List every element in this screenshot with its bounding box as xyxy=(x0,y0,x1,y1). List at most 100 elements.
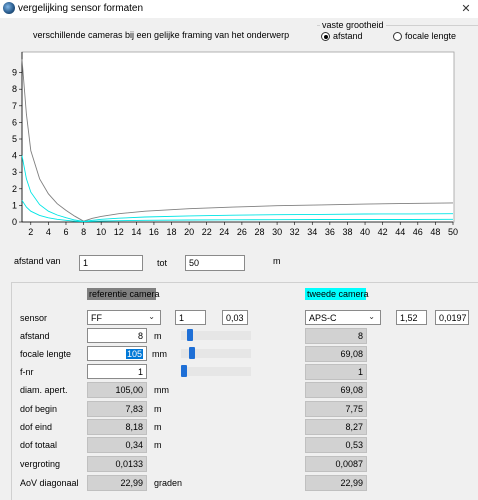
range-to-label: tot xyxy=(157,258,168,268)
y-tick-label: 6 xyxy=(12,117,17,127)
y-tick-label: 2 xyxy=(12,184,17,194)
radio-focale-lengte-label[interactable]: focale lengte xyxy=(405,31,456,41)
reference-dof-end-value: 8,18 xyxy=(87,419,147,435)
radio-focale-lengte[interactable] xyxy=(393,32,402,41)
chevron-down-icon: ⌄ xyxy=(368,312,375,321)
x-tick-label: 18 xyxy=(167,227,177,237)
second-sensor-select[interactable]: APS-C ⌄ xyxy=(305,310,381,325)
focal-slider[interactable] xyxy=(181,347,251,359)
dof-total-label: dof totaal xyxy=(20,440,58,450)
reference-aperture-value: 105,00 xyxy=(87,382,147,398)
reference-focal-value: 105 xyxy=(125,349,143,359)
y-tick-label: 9 xyxy=(12,68,17,78)
distance-slider-thumb[interactable] xyxy=(186,329,193,341)
x-tick-label: 28 xyxy=(254,227,264,237)
x-tick-label: 44 xyxy=(395,227,405,237)
radio-afstand-label[interactable]: afstand xyxy=(333,31,363,41)
x-tick-label: 30 xyxy=(272,227,282,237)
second-dof-total-value: 0,53 xyxy=(305,437,367,453)
second-focal-value: 69,08 xyxy=(305,346,367,362)
range-to-input[interactable]: 50 xyxy=(185,255,245,271)
reference-crop-input[interactable]: 1 xyxy=(175,310,206,325)
focal-slider-thumb[interactable] xyxy=(188,347,195,359)
y-tick-label: 4 xyxy=(12,151,17,161)
y-tick-label: 1 xyxy=(12,200,17,210)
reference-dof-total-value: 0,34 xyxy=(87,437,147,453)
x-tick-label: 26 xyxy=(237,227,247,237)
second-dof-begin-value: 7,75 xyxy=(305,401,367,417)
reference-camera-header: referentie camera xyxy=(87,288,160,300)
x-tick-label: 34 xyxy=(307,227,317,237)
reference-aov-value: 22,99 xyxy=(87,475,147,491)
focal-label: focale lengte xyxy=(20,349,72,359)
second-camera-header: tweede camera xyxy=(305,288,369,300)
title-bar: vergelijking sensor formaten ✕ xyxy=(0,0,478,18)
range-from-label: afstand van xyxy=(14,256,61,266)
second-sensor-value: APS-C xyxy=(309,313,337,323)
second-crop-input[interactable]: 1,52 xyxy=(396,310,427,325)
window-title: vergelijking sensor formaten xyxy=(18,3,144,14)
x-tick-label: 14 xyxy=(131,227,141,237)
magnification-label: vergroting xyxy=(20,459,61,469)
x-tick-label: 36 xyxy=(325,227,335,237)
y-tick-label: 5 xyxy=(12,134,17,144)
dof-end-label: dof eind xyxy=(20,422,53,432)
app-icon xyxy=(3,2,15,14)
focal-unit: mm xyxy=(152,349,167,359)
reference-sensor-select[interactable]: FF ⌄ xyxy=(87,310,161,325)
sensor-label: sensor xyxy=(20,313,48,323)
reference-dof-begin-value: 7,83 xyxy=(87,401,147,417)
dof-end-unit: m xyxy=(154,422,162,432)
x-tick-label: 42 xyxy=(378,227,388,237)
close-icon[interactable]: ✕ xyxy=(458,2,474,16)
plot-area xyxy=(21,51,455,223)
fixed-quantity-label: vaste grootheid xyxy=(320,20,386,30)
second-coc-input[interactable]: 0,0197 xyxy=(435,310,469,325)
range-unit: m xyxy=(273,256,281,266)
radio-afstand[interactable] xyxy=(321,32,330,41)
x-tick-label: 32 xyxy=(290,227,300,237)
second-aov-value: 22,99 xyxy=(305,475,367,491)
second-fnr-value: 1 xyxy=(305,364,367,380)
reference-magnification-value: 0,0133 xyxy=(87,456,147,472)
x-tick-label: 10 xyxy=(96,227,106,237)
x-tick-label: 12 xyxy=(114,227,124,237)
fnr-label: f-nr xyxy=(20,367,34,377)
chevron-down-icon: ⌄ xyxy=(148,312,155,321)
range-from-input[interactable]: 1 xyxy=(79,255,143,271)
aov-unit: graden xyxy=(154,478,183,488)
fnr-slider[interactable] xyxy=(181,365,251,377)
second-magnification-value: 0,0087 xyxy=(305,456,367,472)
x-tick-label: 22 xyxy=(202,227,212,237)
dof-begin-label: dof begin xyxy=(20,404,58,414)
dof-total-unit: m xyxy=(154,440,162,450)
reference-coc-input[interactable]: 0,03 xyxy=(222,310,248,325)
y-tick-label: 8 xyxy=(12,84,17,94)
fnr-slider-thumb[interactable] xyxy=(181,365,187,377)
x-tick-label: 16 xyxy=(149,227,159,237)
distance-label: afstand xyxy=(20,331,50,341)
distance-slider[interactable] xyxy=(181,329,251,341)
y-tick-label: 7 xyxy=(12,101,17,111)
reference-distance-input[interactable]: 8 xyxy=(87,328,147,343)
x-tick-label: 38 xyxy=(342,227,352,237)
second-aperture-value: 69,08 xyxy=(305,382,367,398)
dof-begin-unit: m xyxy=(154,404,162,414)
second-distance-value: 8 xyxy=(305,328,367,344)
reference-focal-input[interactable]: 105 xyxy=(87,346,147,361)
y-tick-label: 3 xyxy=(12,167,17,177)
x-tick-label: 6 xyxy=(63,227,68,237)
aperture-label: diam. apert. xyxy=(20,385,68,395)
y-tick-label: 0 xyxy=(12,217,17,227)
reference-sensor-value: FF xyxy=(91,313,102,323)
x-tick-label: 24 xyxy=(219,227,229,237)
x-tick-label: 40 xyxy=(360,227,370,237)
x-tick-label: 2 xyxy=(28,227,33,237)
x-tick-label: 48 xyxy=(430,227,440,237)
second-dof-end-value: 8,27 xyxy=(305,419,367,435)
x-tick-label: 4 xyxy=(46,227,51,237)
page-subtitle: verschillende cameras bij een gelijke fr… xyxy=(33,30,290,40)
reference-fnr-input[interactable]: 1 xyxy=(87,364,147,379)
x-tick-label: 50 xyxy=(448,227,458,237)
aperture-unit: mm xyxy=(154,385,169,395)
